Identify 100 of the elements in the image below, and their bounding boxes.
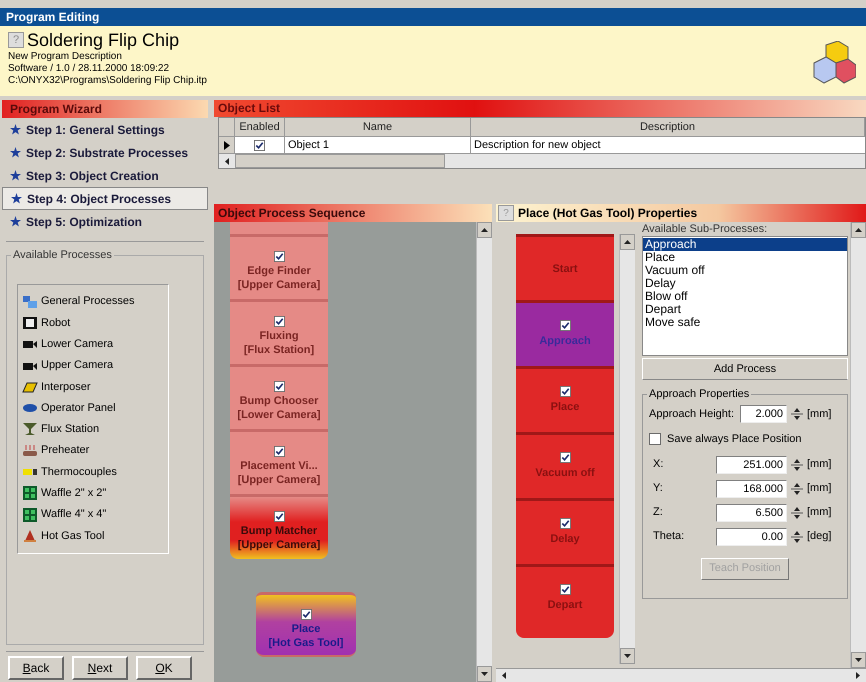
checkbox[interactable] <box>649 433 661 446</box>
arrow-up-icon[interactable] <box>855 228 862 232</box>
process-item[interactable]: Upper Camera <box>22 354 164 376</box>
process-item[interactable]: General Processes <box>22 291 164 312</box>
list-item[interactable]: Depart <box>643 303 847 316</box>
panel-header: Place (Hot Gas Tool) Properties <box>517 205 698 222</box>
column-header[interactable]: Enabled <box>235 118 285 136</box>
wizard-step[interactable]: Step 4: Object Processes <box>2 187 208 210</box>
number-field[interactable]: 6.500 <box>716 504 787 522</box>
field-label: X: <box>652 457 664 472</box>
checkbox[interactable] <box>560 320 570 331</box>
block-label: Start <box>552 262 578 278</box>
checkbox[interactable] <box>274 251 284 262</box>
arrow-up-icon[interactable] <box>481 228 488 232</box>
checkbox[interactable] <box>274 316 284 327</box>
arrow-right-icon[interactable] <box>856 672 860 679</box>
column-header[interactable]: Description <box>471 118 865 136</box>
checkbox[interactable] <box>300 609 312 620</box>
unit-label: [mm] <box>807 406 832 422</box>
program-info: Software / 1.0 / 28.11.2000 18:09:22 <box>8 63 170 75</box>
block-label: Fluxing <box>259 329 299 343</box>
step-label: Step 5: Optimization <box>26 214 142 230</box>
process-item[interactable]: Hot Gas Tool <box>22 525 164 547</box>
process-block[interactable]: Placement Vi... [Upper Camera] <box>230 429 328 494</box>
scrollbar[interactable] <box>619 234 635 664</box>
wizard-button[interactable]: OK <box>136 656 192 680</box>
list-item[interactable]: Blow off <box>643 290 847 303</box>
process-item[interactable]: Thermocouples <box>22 461 164 483</box>
tool-icon <box>22 528 38 543</box>
process-item[interactable]: Lower Camera <box>22 334 164 355</box>
horizontal-scrollbar[interactable] <box>496 668 866 682</box>
panel-header: Program Wizard <box>2 100 208 118</box>
block-sublabel: [Hot Gas Tool] <box>268 636 344 650</box>
step-label: Step 4: Object Processes <box>27 190 172 208</box>
checkbox[interactable] <box>274 446 284 457</box>
checkbox[interactable] <box>274 511 284 522</box>
scrollbar[interactable] <box>850 222 866 668</box>
block-label: Approach <box>539 334 591 349</box>
list-item[interactable]: Vacuum off <box>643 264 847 277</box>
unit-label: [mm] <box>807 505 832 520</box>
panel-header: Object Process Sequence <box>214 204 492 222</box>
arrow-down-icon[interactable] <box>624 654 631 658</box>
arrow-down-icon[interactable] <box>481 672 488 676</box>
checkbox[interactable] <box>560 386 570 397</box>
goblet-icon <box>22 422 38 436</box>
checkbox[interactable] <box>560 452 570 463</box>
number-field[interactable]: 168.000 <box>716 480 787 498</box>
checkbox[interactable] <box>560 584 570 595</box>
block-label: Edge Finder <box>247 264 311 278</box>
wizard-step[interactable]: Step 3: Object Creation <box>2 164 208 187</box>
process-item[interactable]: Robot <box>22 312 164 334</box>
group-title: Approach Properties <box>647 388 752 401</box>
number-field[interactable]: 2.000 <box>740 405 787 423</box>
wizard-step[interactable]: Step 2: Substrate Processes <box>2 141 208 164</box>
wizard-step[interactable]: Step 5: Optimization <box>2 210 208 233</box>
block-sublabel: [Flux Station] <box>244 343 314 357</box>
checkbox[interactable] <box>274 381 284 392</box>
field-label: Theta: <box>652 529 686 544</box>
arrow-down-icon[interactable] <box>855 658 862 662</box>
cubes-logo <box>812 40 856 84</box>
process-item[interactable]: Interposer <box>22 376 164 398</box>
scrollbar[interactable] <box>476 222 492 682</box>
add-process-button[interactable]: Add Process <box>642 358 848 380</box>
checkbox[interactable] <box>560 518 570 529</box>
arrow-left-icon[interactable] <box>502 672 506 679</box>
field-label: Approach Height: <box>649 406 735 422</box>
arrow-left-icon[interactable] <box>225 158 229 164</box>
process-item[interactable]: Preheater <box>22 440 164 462</box>
wizard-step[interactable]: Step 1: General Settings <box>2 118 208 141</box>
list-item[interactable]: Approach <box>643 238 847 251</box>
number-field[interactable]: 251.000 <box>716 456 787 474</box>
step-label: Step 2: Substrate Processes <box>26 144 188 162</box>
arrow-up-icon[interactable] <box>624 240 631 244</box>
checkbox[interactable] <box>254 140 265 150</box>
grid-icon <box>22 508 38 522</box>
process-block[interactable]: Edge Finder [Upper Camera] <box>230 234 328 299</box>
number-field[interactable]: 0.00 <box>716 528 787 546</box>
process-block[interactable]: Bump Chooser [Lower Camera] <box>230 364 328 429</box>
process-item[interactable]: Operator Panel <box>22 397 164 419</box>
list-item[interactable]: Move safe <box>643 316 847 329</box>
star-icon <box>10 147 21 158</box>
process-block[interactable]: Bump Matcher [Upper Camera] <box>230 494 328 559</box>
block-sublabel: [Upper Camera] <box>238 278 320 292</box>
block-label: Depart <box>548 598 582 613</box>
process-item[interactable]: Flux Station <box>22 418 164 440</box>
window-title: Program Editing <box>0 8 866 26</box>
unit-label: [mm] <box>807 457 832 472</box>
wizard-button[interactable]: Next <box>72 656 128 680</box>
star-icon <box>10 124 21 135</box>
block-label: Vacuum off <box>535 466 595 481</box>
process-item[interactable]: Waffle 4" x 4" <box>22 504 164 526</box>
process-item[interactable]: Waffle 2" x 2" <box>22 482 164 504</box>
wizard-button[interactable]: Back <box>8 656 64 680</box>
horizontal-scrollbar[interactable] <box>219 153 865 168</box>
list-item[interactable]: Place <box>643 251 847 264</box>
list-item[interactable]: Delay <box>643 277 847 290</box>
process-block[interactable]: Fluxing [Flux Station] <box>230 299 328 364</box>
grid-icon <box>22 486 38 500</box>
column-header[interactable]: Name <box>285 118 471 136</box>
list-label: Available Sub-Processes: <box>642 222 768 236</box>
